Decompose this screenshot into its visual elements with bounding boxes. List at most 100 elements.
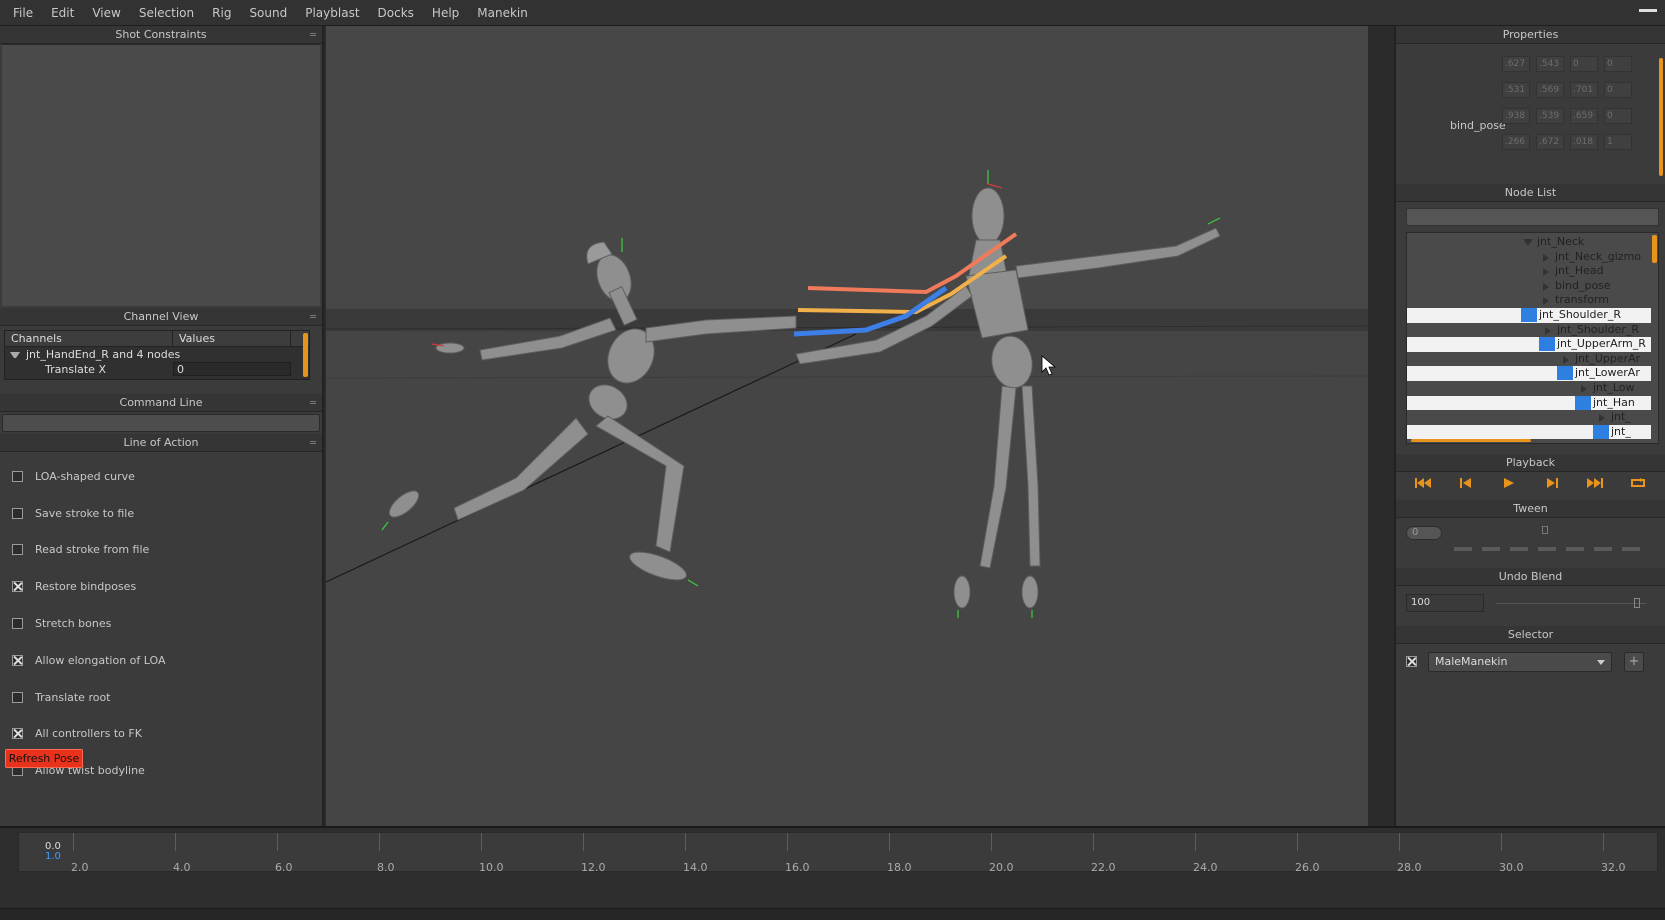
loa-option-row[interactable]: Allow elongation of LOA	[0, 642, 322, 679]
channel-group-row[interactable]: jnt_HandEnd_R and 4 nodes	[5, 347, 309, 362]
loa-shaped-curve-checkbox[interactable]	[12, 470, 23, 482]
3d-viewport[interactable]	[326, 26, 1368, 826]
dock-grip-icon[interactable]	[310, 441, 316, 444]
node-row[interactable]: jnt_Low	[1407, 381, 1651, 396]
menu-file[interactable]: File	[4, 6, 42, 20]
collapse-arrow-icon[interactable]	[1523, 239, 1533, 246]
menu-selection[interactable]: Selection	[130, 6, 203, 20]
loa-option-row[interactable]: Translate root	[0, 679, 322, 716]
expand-arrow-icon[interactable]	[1543, 268, 1549, 277]
matrix-cell[interactable]: .266	[1502, 134, 1530, 150]
expand-arrow-icon[interactable]	[1599, 414, 1605, 423]
matrix-cell[interactable]: .531	[1502, 82, 1530, 98]
menu-view[interactable]: View	[83, 6, 129, 20]
collapse-arrow-icon[interactable]	[1539, 337, 1555, 352]
matrix-cell[interactable]: 0	[1604, 56, 1632, 72]
stretch-bones-checkbox[interactable]	[12, 618, 23, 630]
allow-elongation-checkbox[interactable]	[12, 654, 23, 666]
restore-bindposes-checkbox[interactable]	[12, 581, 23, 593]
node-row[interactable]: bind_pose	[1407, 279, 1651, 294]
undo-blend-spinbox[interactable]: 100	[1406, 594, 1484, 612]
expand-arrow-icon[interactable]	[1563, 355, 1569, 364]
read-stroke-checkbox[interactable]	[12, 544, 23, 556]
dock-grip-icon[interactable]	[310, 33, 316, 36]
properties-area[interactable]: bind_pose .627 .543 0 0 .531 .569 .701 0…	[1396, 44, 1665, 184]
node-row-selected[interactable]: jnt_UpperArm_R	[1407, 337, 1651, 352]
matrix-cell[interactable]: 0	[1570, 56, 1598, 72]
dock-grip-icon[interactable]	[310, 401, 316, 404]
refresh-pose-button[interactable]: Refresh Pose	[5, 749, 83, 768]
timeline[interactable]: 0.0 1.0 2.0 4.0 6.0 8.0 10.0 12.0 14.0 1…	[0, 826, 1665, 920]
loa-option-row[interactable]: LOA-shaped curve	[0, 458, 322, 495]
node-row[interactable]: jnt_Head	[1407, 264, 1651, 279]
next-frame-button[interactable]	[1542, 476, 1562, 490]
expand-arrow-icon[interactable]	[10, 352, 20, 358]
node-row[interactable]: jnt_	[1407, 410, 1651, 425]
values-column-header[interactable]: Values	[173, 331, 291, 346]
loa-option-row[interactable]: Restore bindposes	[0, 568, 322, 605]
selector-checkbox[interactable]	[1406, 656, 1417, 667]
menu-help[interactable]: Help	[423, 6, 468, 20]
matrix-cell[interactable]: .627	[1502, 56, 1530, 72]
matrix-cell[interactable]: .543	[1536, 56, 1564, 72]
selector-dropdown[interactable]: MaleManekin	[1428, 652, 1612, 672]
channel-value-field[interactable]: 0	[173, 362, 291, 376]
node-row[interactable]: transform	[1407, 293, 1651, 308]
node-row-selected[interactable]: jnt_LowerAr	[1407, 366, 1651, 381]
matrix-cell[interactable]: .659	[1570, 108, 1598, 124]
loa-option-row[interactable]: Stretch bones	[0, 605, 322, 642]
menu-docks[interactable]: Docks	[369, 6, 423, 20]
collapse-arrow-icon[interactable]	[1521, 308, 1537, 322]
matrix-cell[interactable]: 1	[1604, 134, 1632, 150]
dock-grip-icon[interactable]	[310, 315, 316, 318]
undo-blend-slider[interactable]	[1496, 603, 1646, 604]
collapse-arrow-icon[interactable]	[1575, 395, 1591, 410]
expand-arrow-icon[interactable]	[1581, 385, 1587, 393]
loa-option-row[interactable]: All controllers to FK	[0, 716, 322, 753]
channel-table[interactable]: Channels Values jnt_HandEnd_R and 4 node…	[4, 330, 310, 380]
expand-arrow-icon[interactable]	[1593, 424, 1609, 439]
node-tree[interactable]: jnt_Neck jnt_Neck_gizmo jnt_Head bind_po…	[1406, 232, 1659, 444]
collapse-arrow-icon[interactable]	[1557, 366, 1573, 381]
node-row-selected[interactable]: jnt_Shoulder_R	[1407, 308, 1651, 323]
menu-manekin[interactable]: Manekin	[468, 6, 537, 20]
channel-scrollbar[interactable]	[303, 333, 308, 377]
loa-option-row[interactable]: Save stroke to file	[0, 495, 322, 532]
matrix-cell[interactable]: .539	[1536, 108, 1564, 124]
undo-blend-slider-handle[interactable]	[1634, 598, 1640, 608]
expand-arrow-icon[interactable]	[1545, 326, 1551, 335]
matrix-cell[interactable]: .569	[1536, 82, 1564, 98]
loa-option-row[interactable]: Read stroke from file	[0, 532, 322, 569]
matrix-cell[interactable]: 0	[1604, 108, 1632, 124]
expand-arrow-icon[interactable]	[1543, 253, 1549, 262]
menu-sound[interactable]: Sound	[240, 6, 296, 20]
matrix-cell[interactable]: .701	[1570, 82, 1598, 98]
node-row-selected[interactable]: jnt_Han	[1407, 395, 1651, 411]
viewport-scene[interactable]	[326, 26, 1368, 826]
first-frame-button[interactable]	[1413, 476, 1433, 490]
loop-button[interactable]	[1628, 476, 1648, 490]
prev-frame-button[interactable]	[1456, 476, 1476, 490]
menu-playblast[interactable]: Playblast	[296, 6, 368, 20]
tween-value-field[interactable]: 0	[1406, 526, 1442, 540]
timeline-ruler[interactable]: 0.0 1.0 2.0 4.0 6.0 8.0 10.0 12.0 14.0 1…	[18, 832, 1658, 874]
controllers-to-fk-checkbox[interactable]	[12, 728, 23, 740]
matrix-cell[interactable]: .938	[1502, 108, 1530, 124]
menu-rig[interactable]: Rig	[203, 6, 240, 20]
channels-column-header[interactable]: Channels	[5, 331, 173, 346]
shot-constraints-area[interactable]	[2, 44, 320, 306]
last-frame-button[interactable]	[1585, 476, 1605, 490]
tween-slider-handle[interactable]	[1542, 526, 1548, 534]
node-row-selected[interactable]: jnt_	[1407, 424, 1651, 440]
node-row[interactable]: jnt_UpperAr	[1407, 352, 1651, 367]
command-line-input[interactable]	[2, 414, 320, 432]
node-tree-scrollbar[interactable]	[1652, 235, 1657, 263]
minimize-icon[interactable]	[1639, 2, 1657, 12]
properties-scrollbar[interactable]	[1659, 58, 1663, 176]
add-selector-button[interactable]: +	[1624, 652, 1644, 672]
node-tree-hscrollbar[interactable]	[1411, 439, 1531, 442]
expand-arrow-icon[interactable]	[1543, 282, 1549, 291]
matrix-cell[interactable]: 0	[1604, 82, 1632, 98]
node-search-input[interactable]	[1406, 208, 1659, 226]
menu-edit[interactable]: Edit	[42, 6, 83, 20]
